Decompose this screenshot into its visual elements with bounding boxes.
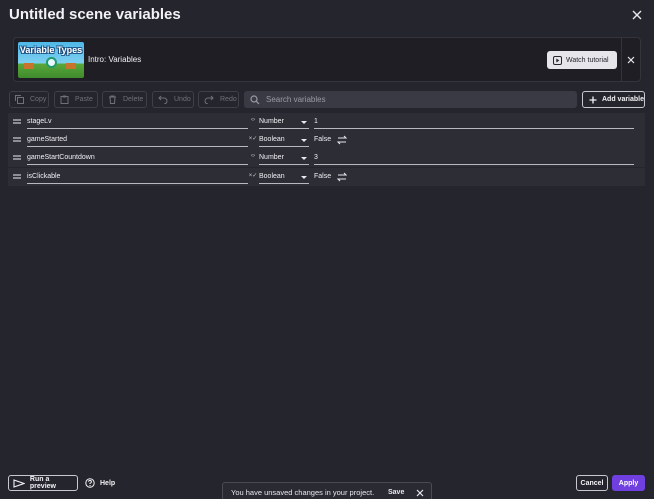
redo-button[interactable]: Redo xyxy=(198,91,239,108)
run-preview-label: Run a preview xyxy=(29,476,56,490)
close-icon[interactable] xyxy=(630,8,644,22)
copy-button[interactable]: Copy xyxy=(9,91,49,108)
tutorial-name: Intro: Variables xyxy=(88,55,142,64)
close-tutorial-icon[interactable] xyxy=(627,56,635,64)
variable-name-input[interactable]: gameStarted xyxy=(27,132,248,147)
copy-label: Copy xyxy=(30,96,47,103)
variable-row: gameStarted ×✓ Boolean False xyxy=(8,131,645,149)
type-select-value: Boolean xyxy=(259,173,285,180)
unsaved-changes-toast: You have unsaved changes in your project… xyxy=(222,482,432,499)
thumbnail-block xyxy=(24,63,34,69)
type-select[interactable]: Boolean xyxy=(259,132,309,147)
variable-name-input[interactable]: isClickable xyxy=(27,169,248,184)
search-bar xyxy=(244,91,577,108)
redo-label: Redo xyxy=(220,96,237,103)
redo-icon xyxy=(204,95,214,104)
tutorial-card: Variable Types Intro: Variables Watch tu… xyxy=(13,37,641,82)
help-icon xyxy=(85,478,95,488)
dialog-title: Untitled scene variables xyxy=(9,6,181,23)
paste-label: Paste xyxy=(75,96,93,103)
play-icon xyxy=(13,478,25,488)
help-button[interactable]: Help xyxy=(85,475,115,491)
play-icon xyxy=(553,55,562,65)
variable-row: stageLv ‹› Number 1 xyxy=(8,113,645,131)
variable-value-input[interactable]: 3 xyxy=(314,150,634,165)
chevron-down-icon xyxy=(301,139,307,142)
plus-icon xyxy=(589,96,597,103)
trash-icon xyxy=(109,95,116,104)
chevron-down-icon xyxy=(301,121,307,124)
close-toast-icon[interactable] xyxy=(416,489,424,497)
delete-button[interactable]: Delete xyxy=(102,91,147,108)
watch-tutorial-label: Watch tutorial xyxy=(566,56,609,64)
variable-boolean-value: False xyxy=(314,136,332,143)
thumbnail-block xyxy=(66,63,76,69)
type-select[interactable]: Boolean xyxy=(259,169,309,184)
chevron-down-icon xyxy=(301,176,307,179)
number-type-icon: ‹› xyxy=(251,153,255,159)
help-label: Help xyxy=(100,479,116,487)
swap-icon[interactable] xyxy=(337,135,347,145)
card-divider xyxy=(621,38,622,81)
type-select[interactable]: Number xyxy=(259,114,309,129)
run-preview-button[interactable]: Run a preview xyxy=(8,475,78,491)
variable-row: isClickable ×✓ Boolean False xyxy=(8,168,645,186)
variable-name-input[interactable]: stageLv xyxy=(27,114,248,129)
paste-icon xyxy=(60,95,69,104)
undo-icon xyxy=(158,95,168,104)
unsaved-message: You have unsaved changes in your project… xyxy=(231,487,375,497)
variable-boolean-value: False xyxy=(314,173,332,180)
cancel-button[interactable]: Cancel xyxy=(576,475,608,491)
type-select-value: Number xyxy=(259,118,284,125)
paste-button[interactable]: Paste xyxy=(54,91,98,108)
drag-handle-icon[interactable] xyxy=(13,137,21,143)
variable-value-input[interactable]: 1 xyxy=(314,114,634,129)
boolean-type-icon: ×✓ xyxy=(248,136,258,142)
drag-handle-icon[interactable] xyxy=(13,174,21,180)
type-select-value: Number xyxy=(259,154,284,161)
search-input[interactable] xyxy=(266,95,566,104)
add-variable-button[interactable]: Add variable xyxy=(582,91,645,108)
thumbnail-title: Variable Types xyxy=(19,45,83,55)
number-type-icon: ‹› xyxy=(251,117,255,123)
variable-row: gameStartCountdown ‹› Number 3 xyxy=(8,149,645,167)
search-icon xyxy=(250,94,260,104)
toast-save-button[interactable]: Save xyxy=(388,489,404,496)
thumbnail-coin-icon xyxy=(46,57,57,68)
variable-name-input[interactable]: gameStartCountdown xyxy=(27,150,248,165)
copy-icon xyxy=(15,95,24,104)
apply-button[interactable]: Apply xyxy=(612,475,645,491)
undo-label: Undo xyxy=(174,96,191,103)
type-select-value: Boolean xyxy=(259,136,285,143)
delete-label: Delete xyxy=(123,96,144,103)
tutorial-thumbnail[interactable]: Variable Types xyxy=(18,42,84,78)
watch-tutorial-button[interactable]: Watch tutorial xyxy=(547,51,617,69)
swap-icon[interactable] xyxy=(337,172,347,182)
add-variable-label: Add variable xyxy=(602,96,645,103)
undo-button[interactable]: Undo xyxy=(152,91,194,108)
drag-handle-icon[interactable] xyxy=(13,155,21,161)
type-select[interactable]: Number xyxy=(259,150,309,165)
chevron-down-icon xyxy=(301,157,307,160)
boolean-type-icon: ×✓ xyxy=(248,173,258,179)
drag-handle-icon[interactable] xyxy=(13,119,21,125)
